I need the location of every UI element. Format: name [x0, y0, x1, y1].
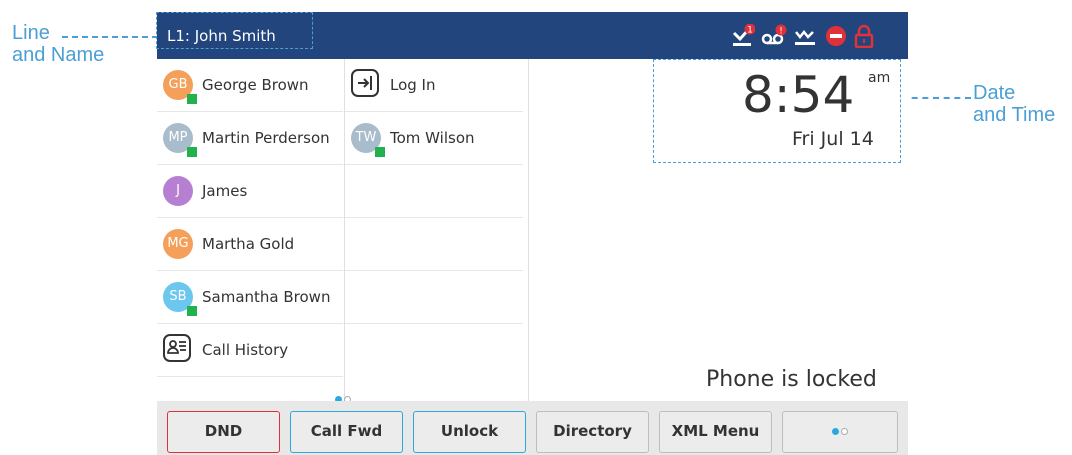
- call-history-key[interactable]: Call History: [157, 324, 343, 377]
- login-icon: [351, 69, 379, 97]
- contact-name: Samantha Brown: [202, 288, 331, 306]
- call-fwd-softkey[interactable]: Call Fwd: [290, 411, 403, 453]
- avatar: J: [163, 176, 193, 206]
- callout-date-time-line2: and Time: [973, 104, 1056, 126]
- more-softkey[interactable]: [782, 411, 898, 453]
- contact-name: George Brown: [202, 76, 309, 94]
- empty-key[interactable]: [345, 271, 523, 324]
- empty-key[interactable]: [345, 324, 523, 377]
- directory-softkey[interactable]: Directory: [536, 411, 649, 453]
- contact-name: James: [202, 182, 248, 200]
- missed-call-icon[interactable]: 1: [731, 23, 756, 52]
- callout-date-time-line1: Date: [973, 82, 1016, 104]
- login-label: Log In: [390, 76, 436, 94]
- contact-martin-perderson[interactable]: MP Martin Perderson: [157, 112, 343, 165]
- callout-line-name: Line and Name: [12, 22, 104, 66]
- presence-indicator: [187, 306, 197, 316]
- callout-date-time: Date and Time: [973, 82, 1055, 126]
- page-dot: [841, 428, 848, 435]
- line-name-highlight: [156, 12, 313, 49]
- status-message: Phone is locked: [706, 367, 877, 392]
- callout-line-name-leader: [62, 36, 158, 38]
- empty-key[interactable]: [345, 218, 523, 271]
- contact-name: Tom Wilson: [390, 129, 475, 147]
- date-time-highlight: [653, 59, 901, 163]
- svg-text:!: !: [779, 27, 783, 37]
- contact-name: Martin Perderson: [202, 129, 330, 147]
- callout-line-name-line2: and Name: [12, 44, 105, 66]
- unlock-softkey[interactable]: Unlock: [413, 411, 526, 453]
- dnd-icon[interactable]: [824, 24, 848, 52]
- page-dot-active: [832, 428, 839, 435]
- avatar: MG: [163, 229, 193, 259]
- voicemail-icon[interactable]: !: [761, 24, 787, 52]
- contact-james[interactable]: J James: [157, 165, 343, 218]
- column-divider: [528, 59, 529, 401]
- contact-george-brown[interactable]: GB George Brown: [157, 59, 343, 112]
- contact-tom-wilson[interactable]: TW Tom Wilson: [345, 112, 523, 165]
- svg-text:1: 1: [747, 26, 753, 36]
- empty-key[interactable]: [345, 165, 523, 218]
- call-history-icon: [163, 334, 191, 362]
- contact-name: Martha Gold: [202, 235, 295, 253]
- presence-indicator: [375, 147, 385, 157]
- presence-indicator: [187, 94, 197, 104]
- login-key[interactable]: Log In: [345, 59, 523, 112]
- call-forward-icon[interactable]: [793, 24, 817, 52]
- callout-date-time-leader: [901, 97, 971, 99]
- lock-icon[interactable]: [853, 24, 875, 52]
- call-history-label: Call History: [202, 341, 289, 359]
- callout-line-name-line1: Line: [12, 22, 50, 44]
- contact-martha-gold[interactable]: MG Martha Gold: [157, 218, 343, 271]
- softkey-bar: DND Call Fwd Unlock Directory XML Menu: [157, 401, 908, 455]
- xml-menu-softkey[interactable]: XML Menu: [659, 411, 772, 453]
- dnd-softkey[interactable]: DND: [167, 411, 280, 453]
- presence-indicator: [187, 147, 197, 157]
- contact-samantha-brown[interactable]: SB Samantha Brown: [157, 271, 343, 324]
